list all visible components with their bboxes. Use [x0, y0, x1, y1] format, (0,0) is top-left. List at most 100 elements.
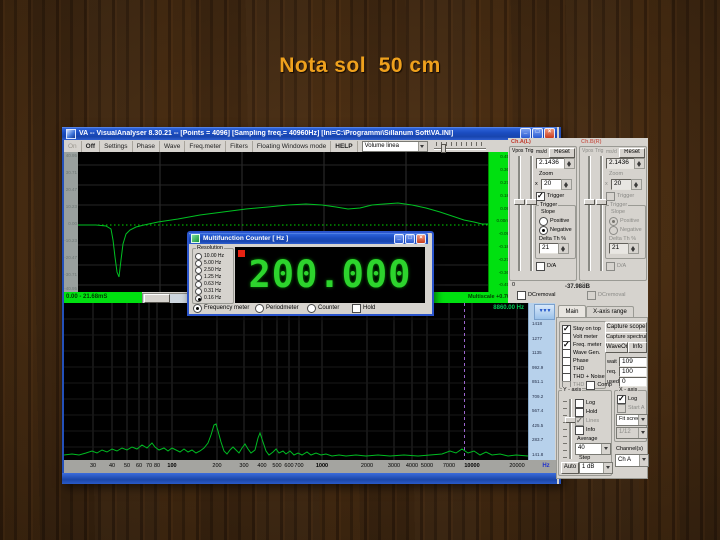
hold-checkbox[interactable]: [352, 304, 361, 313]
volume-slider[interactable]: [434, 142, 486, 151]
periodmeter-mode-row: Periodmeter: [255, 304, 299, 312]
step-select[interactable]: 1 dB: [579, 462, 613, 474]
da-checkbox[interactable]: [536, 262, 545, 271]
resolution-radio-0-16[interactable]: [195, 295, 202, 302]
spectrum-screen[interactable]: [64, 303, 528, 460]
scrollbar-thumb[interactable]: [144, 294, 170, 303]
y-log-checkbox[interactable]: [575, 399, 584, 408]
dropdown-arrow-icon[interactable]: [638, 415, 647, 425]
va-logo: ▼▼▼: [534, 304, 555, 320]
x-axis-group: X - axis Log Start A Fit screen 1/12: [614, 390, 647, 442]
window-titlebar[interactable]: VA -- VisualAnalyser 8.30.21 -- [Points …: [62, 127, 557, 140]
spectrum-cursor-line[interactable]: [464, 303, 465, 460]
frequency-meter-radio[interactable]: [193, 304, 202, 313]
trigger-slope-group: Trigger Slope Positive Negative Delta Th…: [535, 205, 576, 259]
positive-radio[interactable]: [539, 217, 548, 226]
wave-on-button[interactable]: WaveOn: [605, 342, 628, 353]
negative-radio[interactable]: [539, 226, 548, 235]
menu-item-off[interactable]: Off: [82, 141, 100, 152]
resolution-group: Resolution 10.00 Hz 5.00 Hz 2.50 Hz 1.25…: [192, 248, 234, 304]
zoom-spinner-b[interactable]: [631, 179, 642, 190]
trigger-checkbox-b[interactable]: [606, 192, 615, 201]
dropdown-arrow-icon[interactable]: [601, 444, 610, 454]
resolution-radio-5[interactable]: [195, 260, 202, 267]
vpos-slider[interactable]: [518, 156, 520, 271]
dc-removal-checkbox-a[interactable]: [517, 291, 526, 300]
positive-radio-row-b: Positive: [609, 217, 639, 225]
negative-radio-b[interactable]: [609, 226, 618, 235]
menu-item-phase[interactable]: Phase: [133, 141, 160, 152]
delta-th-spinner-b[interactable]: [628, 243, 639, 254]
y-slider-ticks: [563, 401, 567, 459]
resolution-radio-10[interactable]: [195, 253, 202, 260]
y-axis-slider[interactable]: [569, 399, 571, 459]
req-field[interactable]: 100: [619, 367, 647, 377]
slide: { "slide": { "title": "Nota sol 50 cm" }…: [0, 0, 720, 540]
dropdown-arrow-icon[interactable]: [418, 142, 427, 151]
channel-select[interactable]: Ch A: [615, 454, 649, 467]
ratio-select[interactable]: 1/12: [616, 427, 648, 439]
volume-mode-select[interactable]: Volume linea: [362, 141, 428, 152]
reset-button[interactable]: Reset: [549, 148, 575, 158]
msd-value-field[interactable]: 2.1436: [536, 158, 567, 169]
auto-button[interactable]: Auto: [561, 462, 579, 474]
average-label: Average: [577, 436, 597, 442]
trigger-checkbox[interactable]: [536, 192, 545, 201]
counter-maximize-button[interactable]: □: [405, 234, 415, 244]
msd-spinner-b[interactable]: [634, 158, 645, 169]
menu-item-settings[interactable]: Settings: [100, 141, 133, 152]
menu-item-freqmeter[interactable]: Freq.meter: [185, 141, 226, 152]
wait-field[interactable]: 109: [619, 357, 647, 367]
reset-button-b[interactable]: Reset: [619, 148, 645, 158]
used-label: used: [607, 379, 619, 385]
menu-item-floating-windows[interactable]: Floating Windows mode: [253, 141, 331, 152]
amp-scale-tick: 425.5: [532, 423, 543, 428]
used-field[interactable]: 0: [619, 377, 647, 387]
dropdown-arrow-icon[interactable]: [639, 455, 648, 466]
info-button[interactable]: Info: [628, 342, 647, 353]
msd-spinner[interactable]: [564, 158, 575, 169]
y-info-checkbox[interactable]: [575, 426, 584, 435]
trig-slider[interactable]: [530, 156, 532, 271]
fit-screen-select[interactable]: Fit screen: [616, 414, 648, 426]
scope-y-tick: 30.71: [66, 170, 77, 175]
vpos-slider-thumb-b[interactable]: [584, 199, 595, 205]
delta-th-label-b: Delta Th %: [609, 236, 636, 242]
volume-slider-thumb[interactable]: [441, 144, 446, 153]
vpos-slider-b[interactable]: [588, 156, 590, 271]
positive-radio-b[interactable]: [609, 217, 618, 226]
delta-th-spinner[interactable]: [558, 243, 569, 254]
vpos-label: Vpos: [512, 148, 523, 154]
dropdown-arrow-icon[interactable]: [603, 463, 612, 473]
da-checkbox-b[interactable]: [606, 262, 615, 271]
x-start-checkbox[interactable]: [617, 404, 626, 413]
average-select[interactable]: 40: [575, 443, 611, 455]
menu-item-on[interactable]: On: [64, 141, 82, 152]
resolution-radio-1-25[interactable]: [195, 274, 202, 281]
periodmeter-radio[interactable]: [255, 304, 264, 313]
counter-close-button[interactable]: ×: [416, 234, 426, 244]
menu-item-wave[interactable]: Wave: [160, 141, 185, 152]
x-log-checkbox[interactable]: [617, 395, 626, 404]
menu-item-help[interactable]: HELP: [331, 141, 357, 152]
counter-minimize-button[interactable]: _: [394, 234, 404, 244]
amp-scale-tick: 851.1: [532, 379, 543, 384]
y-lines-checkbox[interactable]: [575, 417, 584, 426]
x-tick: 60: [136, 463, 142, 469]
resolution-radio-0-31[interactable]: [195, 288, 202, 295]
thd-label: THD: [573, 366, 584, 372]
counter-titlebar[interactable]: Multifunction Counter [ Hz ] _ □ ×: [189, 233, 428, 244]
vpos-slider-thumb[interactable]: [514, 199, 525, 205]
zoom-spinner[interactable]: [561, 179, 572, 190]
counter-mode-radio[interactable]: [307, 304, 316, 313]
menu-item-filters[interactable]: Filters: [226, 141, 253, 152]
resolution-radio-0-63[interactable]: [195, 281, 202, 288]
resolution-radio-2-5[interactable]: [195, 267, 202, 274]
msd-value-field-b[interactable]: 2.1436: [606, 158, 637, 169]
comp-checkbox[interactable]: [586, 381, 595, 390]
trig-slider-b[interactable]: [600, 156, 602, 271]
spectrum-trace: [64, 303, 528, 460]
dropdown-arrow-icon[interactable]: [638, 428, 647, 438]
dc-removal-checkbox-b[interactable]: [587, 291, 596, 300]
amp-scale-tick: 1418: [532, 321, 542, 326]
